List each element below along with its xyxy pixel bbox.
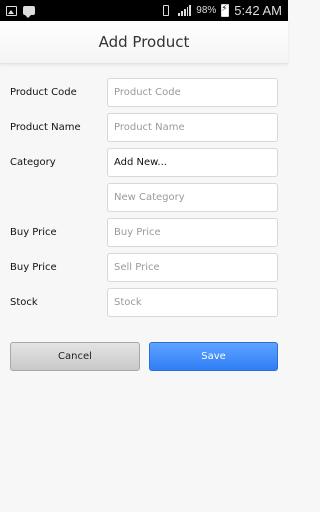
- clock: 5:42 AM: [234, 3, 282, 18]
- notification-icons: [6, 5, 35, 18]
- save-button-label: Save: [201, 351, 226, 362]
- buy-price-label: Buy Price: [10, 227, 57, 238]
- buy-price-row: Buy Price: [0, 218, 288, 247]
- cancel-button[interactable]: Cancel: [10, 342, 140, 371]
- battery-charging-icon: [221, 4, 230, 17]
- image-notification-icon: [6, 5, 17, 16]
- product-name-input[interactable]: [107, 113, 278, 142]
- sell-price-input[interactable]: [107, 253, 278, 282]
- product-code-row: Product Code: [0, 78, 288, 107]
- category-selected-value: Add New...: [114, 157, 167, 168]
- stock-label: Stock: [10, 297, 38, 308]
- cancel-button-label: Cancel: [58, 351, 92, 362]
- vibrate-icon: [159, 5, 173, 16]
- status-bar: 98% 5:42 AM: [0, 0, 288, 21]
- product-name-label: Product Name: [10, 122, 81, 133]
- system-icons: 98% 5:42 AM: [159, 3, 282, 18]
- sell-price-label: Buy Price: [10, 262, 57, 273]
- page-title: Add Product: [98, 33, 190, 51]
- category-select[interactable]: Add New...: [107, 148, 278, 177]
- category-row: Category Add New...: [0, 148, 288, 177]
- battery-percent: 98%: [196, 5, 217, 16]
- signal-icon: [178, 5, 192, 16]
- new-category-row: [0, 183, 288, 212]
- stock-input[interactable]: [107, 288, 278, 317]
- product-name-row: Product Name: [0, 113, 288, 142]
- action-bar: Add Product: [0, 21, 288, 64]
- category-label: Category: [10, 157, 56, 168]
- product-code-input[interactable]: [107, 78, 278, 107]
- sell-price-row: Buy Price: [0, 253, 288, 282]
- buy-price-input[interactable]: [107, 218, 278, 247]
- stock-row: Stock: [0, 288, 288, 317]
- new-category-input[interactable]: [107, 183, 278, 212]
- product-code-label: Product Code: [10, 87, 77, 98]
- save-button[interactable]: Save: [149, 342, 278, 371]
- message-notification-icon: [23, 6, 35, 18]
